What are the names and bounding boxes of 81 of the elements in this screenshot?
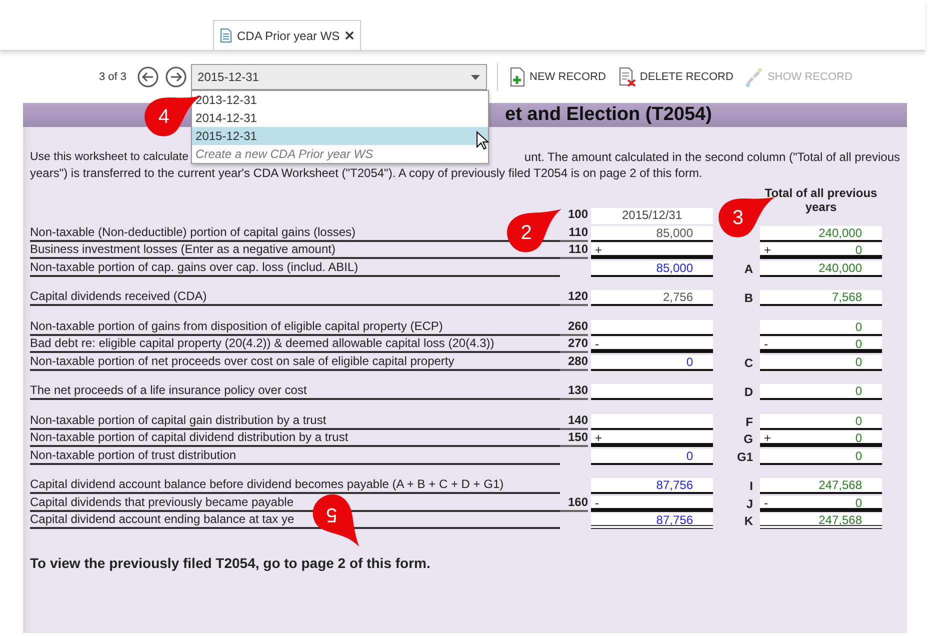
line-label: Capital dividends received (CDA) xyxy=(30,289,560,306)
record-option[interactable]: 2015-12-31 xyxy=(192,127,488,145)
intro-text: unt. The amount calculated in the second column ("Total of all previous xyxy=(524,150,900,164)
line-letter: G xyxy=(742,432,754,447)
line-label: Non-taxable portion of trust distribution xyxy=(30,448,560,464)
line-letter: F xyxy=(744,414,754,430)
amount-field[interactable]: 85,000 xyxy=(591,226,713,242)
line-label: Non-taxable portion of capital dividend distribution by a trust xyxy=(30,430,560,447)
amount-field[interactable]: 87,756 xyxy=(591,478,713,494)
intro-text: years") is transferred to the current year's CDA Worksheet ("T2054"). A copy of previously filed T2054 is on page 2 of this form. xyxy=(30,166,704,180)
line-code: 120 xyxy=(560,289,588,306)
dropdown-arrow-icon xyxy=(470,74,480,80)
total-field[interactable]: - 0 xyxy=(760,337,882,353)
amount-field[interactable]: 0 xyxy=(591,448,713,464)
close-icon[interactable] xyxy=(344,31,354,40)
total-field[interactable]: + 0 xyxy=(760,431,882,447)
amount-field[interactable] xyxy=(591,384,713,400)
line-letter: G1 xyxy=(736,450,754,464)
total-field[interactable]: + 0 xyxy=(760,243,882,259)
date-field[interactable]: 2015/12/31 xyxy=(591,208,713,224)
amount-field[interactable]: 2,756 xyxy=(591,290,713,306)
total-field[interactable]: 247,568 xyxy=(760,478,882,494)
footer-note: To view the previously filed T2054, go to page 2 of this form. xyxy=(29,554,432,571)
line-letter: D xyxy=(743,385,754,400)
line-label: The net proceeds of a life insurance policy over cost xyxy=(30,383,560,400)
line-code: 140 xyxy=(560,412,588,430)
amount-field[interactable]: - xyxy=(591,337,713,353)
total-field[interactable]: 0 xyxy=(760,354,882,370)
document-icon xyxy=(220,28,232,43)
form-title: et and Election (T2054) xyxy=(505,104,712,126)
total-field[interactable]: - 0 xyxy=(760,496,882,512)
line-code: 150 xyxy=(560,430,588,447)
line-letter: B xyxy=(743,291,754,306)
line-code: 280 xyxy=(560,354,588,370)
line-code: 130 xyxy=(560,383,588,400)
amount-field[interactable] xyxy=(591,414,713,430)
line-letter: K xyxy=(743,514,754,529)
amount-field[interactable]: + xyxy=(591,431,713,447)
record-position: 3 of 3 xyxy=(99,71,127,83)
delete-document-icon xyxy=(618,67,636,87)
total-field[interactable]: 0 xyxy=(760,384,882,400)
total-field[interactable]: 247,568 xyxy=(760,513,882,529)
amount-field[interactable]: - xyxy=(591,496,713,512)
previous-icon[interactable] xyxy=(136,66,159,88)
line-code: 100 xyxy=(566,207,588,223)
column-title: Total of all previous years xyxy=(764,186,878,216)
total-field[interactable]: 7,568 xyxy=(760,290,882,306)
line-letter: C xyxy=(743,356,754,370)
line-code: 110 xyxy=(560,224,588,242)
toolbar-button[interactable]: NEW RECORD xyxy=(508,67,606,87)
amount-field[interactable]: + xyxy=(591,243,713,259)
total-field[interactable]: 0 xyxy=(760,414,882,430)
create-option[interactable]: Create a new CDA Prior year WS xyxy=(192,145,488,163)
add-document-icon xyxy=(508,67,526,87)
total-field[interactable]: 240,000 xyxy=(760,226,882,242)
line-code: 160 xyxy=(560,494,588,512)
next-icon[interactable] xyxy=(164,66,187,88)
line-code: 110 xyxy=(560,242,588,259)
amount-field[interactable] xyxy=(591,320,713,336)
line-code: 260 xyxy=(560,318,588,336)
line-letter: J xyxy=(745,496,754,512)
amount-field[interactable]: 85,000 xyxy=(591,260,713,276)
line-label: Non-taxable portion of cap. gains over cap. loss (includ. ABIL) xyxy=(30,260,560,276)
line-label: Non-taxable portion of capital gain distribution by a trust xyxy=(30,412,560,430)
total-field[interactable]: 0 xyxy=(760,320,882,336)
amount-field[interactable]: 87,756 xyxy=(591,513,713,529)
toolbar-button[interactable]: DELETE RECORD xyxy=(618,67,734,87)
total-field[interactable]: 240,000 xyxy=(760,260,882,276)
record-option[interactable]: 2013-12-31 xyxy=(192,91,488,109)
amount-field[interactable]: 0 xyxy=(591,354,713,370)
line-letter: A xyxy=(743,262,754,276)
line-label: Non-taxable portion of gains from disposition of eligible capital property (ECP) xyxy=(30,318,560,336)
total-field[interactable]: 0 xyxy=(760,448,882,464)
record-option[interactable]: 2014-12-31 xyxy=(192,109,488,127)
link-icon xyxy=(745,67,764,87)
line-letter: I xyxy=(748,479,754,494)
line-label: Non-taxable portion of net proceeds over cost on sale of eligible capital property xyxy=(30,354,560,370)
tab-title: CDA Prior year WS xyxy=(237,28,340,42)
line-label: Bad debt re: eligible capital property (20(4.2)) & deemed allowable capital loss (20(4.3)) xyxy=(30,336,560,353)
document-tab[interactable]: CDA Prior year WS xyxy=(213,20,361,50)
line-code: 270 xyxy=(560,336,588,353)
